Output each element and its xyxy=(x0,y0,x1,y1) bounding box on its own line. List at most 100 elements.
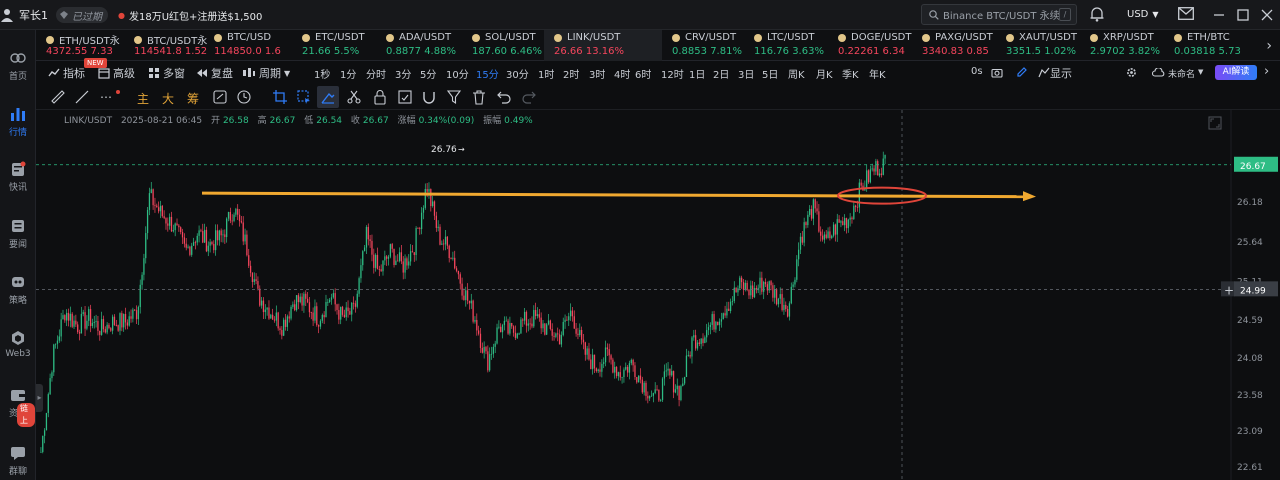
chip-distribution-tool[interactable]: 筹 xyxy=(187,90,199,107)
chart-canvas[interactable]: 26.1825.6425.1124.5924.0823.5823.0922.61… xyxy=(36,110,1280,480)
timeframe-tab[interactable]: 2时 xyxy=(563,66,579,81)
timeframe-tab[interactable]: 1时 xyxy=(538,66,554,81)
draw-line-tool-selected[interactable] xyxy=(317,86,339,108)
gear-icon[interactable] xyxy=(1126,67,1137,78)
timeframe-tab[interactable]: 1分 xyxy=(340,66,356,81)
crop-icon[interactable] xyxy=(272,89,288,105)
candle-body xyxy=(229,211,231,221)
fullscreen-icon[interactable] xyxy=(1208,116,1222,130)
main-indicator-tool[interactable]: 主 xyxy=(137,90,149,107)
multi-window-button[interactable]: 多窗 xyxy=(148,65,185,81)
sidebar-item-home[interactable]: 首页 xyxy=(0,50,36,82)
candlestick-chart[interactable]: 26.1825.6425.1124.5924.0823.5823.0922.61… xyxy=(36,110,1280,480)
magnet-icon[interactable] xyxy=(421,89,437,105)
timeframe-tab[interactable]: 3日 xyxy=(738,66,754,81)
sidebar-item-news[interactable]: 要闻 xyxy=(0,218,36,250)
candle-body xyxy=(794,279,796,285)
timeframe-tab[interactable]: 15分 xyxy=(476,66,499,81)
user-profile[interactable]: 军长1 xyxy=(0,7,48,23)
ticker-item[interactable]: LTC/USDT 116.76 3.63% xyxy=(744,30,828,61)
chevron-down-icon[interactable]: ▼ xyxy=(1198,68,1203,76)
scissors-icon[interactable] xyxy=(346,89,362,105)
candle-body xyxy=(838,219,840,223)
ticker-item[interactable]: CRV/USDT 0.8853 7.81% xyxy=(662,30,744,61)
indicators-button[interactable]: 指标 xyxy=(48,65,85,81)
candle-body xyxy=(636,376,638,383)
clock-icon[interactable] xyxy=(236,89,252,105)
change-label: 涨幅 xyxy=(397,116,416,126)
currency-select[interactable]: USD ▼ xyxy=(1127,9,1159,20)
maximize-icon[interactable] xyxy=(1237,9,1249,21)
period-button[interactable]: 周期 ▼ xyxy=(242,65,290,81)
timeframe-tab[interactable]: 季K xyxy=(842,66,859,81)
ticker-item[interactable]: XAUT/USDT 3351.5 1.02% xyxy=(996,30,1080,61)
ai-analysis-button[interactable]: AI解读 xyxy=(1215,65,1257,80)
replay-button[interactable]: 复盘 xyxy=(196,65,233,81)
ticker-item[interactable]: DOGE/USDT 0.22261 6.34 xyxy=(828,30,912,61)
chevron-right-icon[interactable]: › xyxy=(1264,64,1269,79)
ticker-item[interactable]: PAXG/USDT 3340.83 0.85 xyxy=(912,30,996,61)
sidebar-item-flash[interactable]: 快讯 xyxy=(0,161,36,193)
timeframe-tab[interactable]: 12时 xyxy=(661,66,684,81)
ticker-more-icon[interactable]: › xyxy=(1266,38,1272,54)
candle-body xyxy=(89,309,92,327)
ticker-item[interactable]: ETH/BTC 0.03818 5.73 xyxy=(1164,30,1276,61)
sidebar-item-strategy[interactable]: 策略 xyxy=(0,274,36,306)
advanced-button[interactable]: 高级 NEW xyxy=(84,58,135,81)
undo-icon[interactable] xyxy=(496,89,512,105)
display-button[interactable]: 显示 xyxy=(1050,65,1072,81)
trend-line-icon[interactable] xyxy=(74,89,90,105)
timeframe-tab[interactable]: 5分 xyxy=(420,66,436,81)
timeframe-tab[interactable]: 月K xyxy=(816,66,833,81)
membership-status-badge[interactable]: 已过期 xyxy=(56,7,108,23)
candle-body xyxy=(314,306,316,321)
timeframe-tab[interactable]: 年K xyxy=(869,66,886,81)
candle-body xyxy=(102,319,105,330)
promo-banner[interactable]: ● 发18万U红包+注册送$1,500 xyxy=(118,8,262,23)
sidebar-item-market[interactable]: 行情 xyxy=(0,106,36,138)
timeframe-tab[interactable]: 5日 xyxy=(762,66,778,81)
minimize-icon[interactable] xyxy=(1213,9,1225,21)
filter-icon[interactable] xyxy=(446,89,462,105)
candle-body xyxy=(454,257,456,269)
timeframe-tab[interactable]: 6时 xyxy=(635,66,651,81)
lock-icon[interactable] xyxy=(372,89,388,105)
timeframe-tab[interactable]: 3分 xyxy=(395,66,411,81)
search-input[interactable]: Binance BTC/USDT 永续 / xyxy=(921,4,1077,25)
ticker-item[interactable]: ETC/USDT 21.66 5.5% xyxy=(292,30,376,61)
ticker-item[interactable]: ADA/USDT 0.8877 4.88% xyxy=(376,30,462,61)
mail-icon[interactable] xyxy=(1178,7,1194,20)
more-tools-icon[interactable]: ⋯ xyxy=(98,89,114,105)
timeframe-tab[interactable]: 分时 xyxy=(366,66,386,81)
timeframe-tab[interactable]: 周K xyxy=(788,66,805,81)
timeframe-tab[interactable]: 1日 xyxy=(689,66,705,81)
note-icon[interactable] xyxy=(397,89,413,105)
timeframe-tab[interactable]: 30分 xyxy=(506,66,529,81)
edit-icon[interactable] xyxy=(1016,67,1027,78)
ticker-item[interactable]: BTC/USDT永 114541.8 1.52 xyxy=(124,30,207,61)
timeframe-tab[interactable]: 1秒 xyxy=(314,66,330,81)
timeframe-tab[interactable]: 4时 xyxy=(614,66,630,81)
sidebar-item-chat[interactable]: 群聊 xyxy=(0,445,36,477)
redo-icon[interactable] xyxy=(521,89,537,105)
large-order-tool[interactable]: 大 xyxy=(162,90,174,107)
trash-icon[interactable] xyxy=(471,89,487,105)
ticker-item[interactable]: XRP/USDT 2.9702 3.82% xyxy=(1080,30,1164,61)
timeframe-tab[interactable]: 3时 xyxy=(589,66,605,81)
ticker-item[interactable]: ETH/USDT永 4372.55 7.33 xyxy=(36,30,124,61)
sync-icon[interactable] xyxy=(212,89,228,105)
select-tool-icon[interactable] xyxy=(296,89,312,105)
ticker-item[interactable]: LINK/USDT 26.66 13.16% xyxy=(544,30,662,61)
ruler-icon[interactable] xyxy=(50,89,66,105)
sidebar-item-web3[interactable]: Web3 xyxy=(0,330,36,359)
bell-icon[interactable] xyxy=(1090,7,1104,22)
timeframe-tab[interactable]: 2日 xyxy=(713,66,729,81)
ticker-item[interactable]: BTC/USD 114850.0 1.6 xyxy=(204,30,292,61)
ticker-item[interactable]: SOL/USDT 187.60 6.46% xyxy=(462,30,544,61)
close-label: 收 xyxy=(350,116,360,126)
camera-icon[interactable] xyxy=(991,67,1003,78)
close-icon[interactable] xyxy=(1261,9,1273,21)
timeframe-tab[interactable]: 10分 xyxy=(446,66,469,81)
candle-body xyxy=(200,230,202,232)
layout-name[interactable]: 未命名 xyxy=(1168,67,1195,80)
